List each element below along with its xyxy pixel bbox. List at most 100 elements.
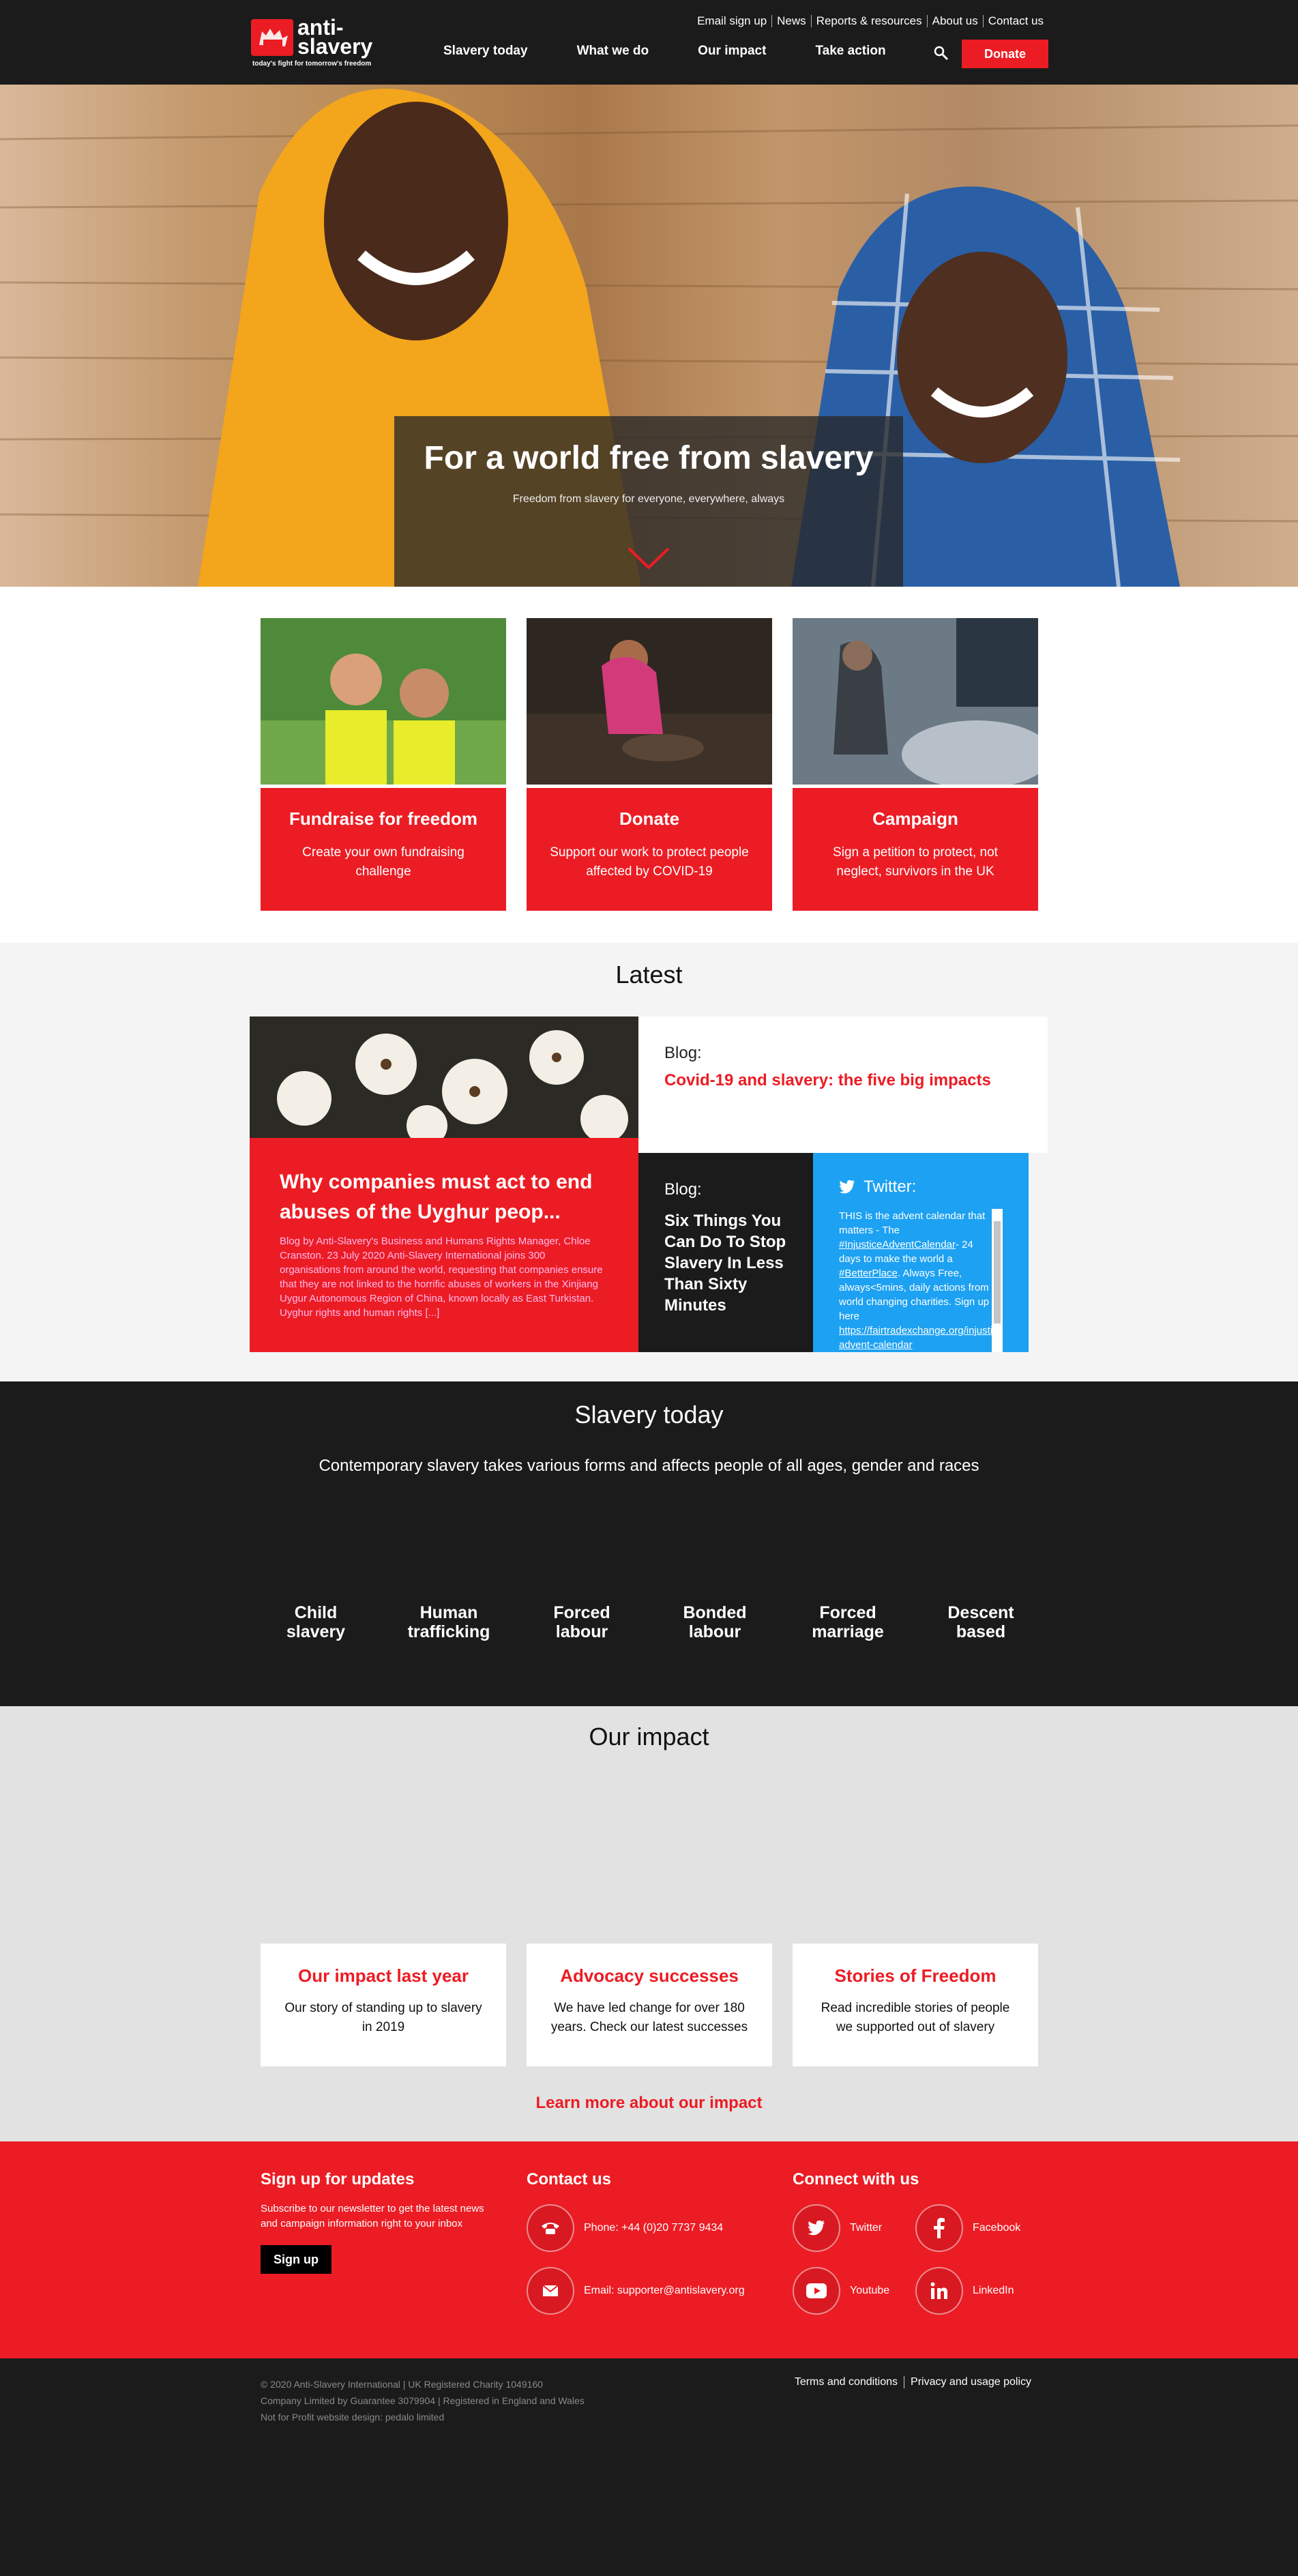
twitter-label: Twitter: xyxy=(864,1177,917,1196)
cotton-image xyxy=(250,1016,638,1146)
twitter-header: Twitter: xyxy=(839,1177,1003,1197)
tweet-link[interactable]: https://fairtradexchange.org/injustice-a… xyxy=(839,1325,993,1351)
phone-text: Phone: +44 (0)20 7737 9434 xyxy=(584,2222,724,2234)
social-label: Twitter xyxy=(850,2222,883,2234)
slavery-type-child[interactable]: Child slavery xyxy=(263,1603,369,1641)
social-twitter[interactable]: Twitter xyxy=(793,2204,882,2252)
action-text: Sign a petition to protect, not neglect,… xyxy=(833,845,998,879)
slavery-type-trafficking[interactable]: Human trafficking xyxy=(396,1603,502,1641)
utility-link-about[interactable]: About us xyxy=(926,15,983,27)
utility-link-email-signup[interactable]: Email sign up xyxy=(692,15,771,27)
search-icon[interactable] xyxy=(933,45,949,61)
action-card-donate[interactable]: Donate Support our work to protect peopl… xyxy=(527,618,772,911)
learn-more-impact-link[interactable]: Learn more about our impact xyxy=(0,2094,1298,2113)
signup-text: Subscribe to our newsletter to get the l… xyxy=(261,2203,484,2229)
impact-text: Read incredible stories of people we sup… xyxy=(821,2001,1010,2034)
blog-label: Blog: xyxy=(664,1044,702,1062)
youtube-icon xyxy=(793,2267,840,2315)
site-header: anti- slavery today's fight for tomorrow… xyxy=(0,0,1298,85)
social-youtube[interactable]: Youtube xyxy=(793,2267,889,2315)
feature-title: Why companies must act to end abuses of … xyxy=(280,1171,593,1223)
signup-title: Sign up for updates xyxy=(261,2170,415,2189)
main-nav: Slavery today What we do Our impact Take… xyxy=(443,44,935,59)
donate-button[interactable]: Donate xyxy=(962,40,1048,68)
slavery-type-descent-based[interactable]: Descent based xyxy=(928,1603,1034,1641)
footer-legal: © 2020 Anti-Slavery International | UK R… xyxy=(0,2358,1298,2576)
impact-title: Advocacy successes xyxy=(560,1965,739,1986)
hero-title: For a world free from slavery xyxy=(424,440,874,476)
impact-card-last-year[interactable]: Our impact last year Our story of standi… xyxy=(261,1944,506,2066)
twitter-icon xyxy=(793,2204,840,2252)
impact-card-advocacy[interactable]: Advocacy successes We have led change fo… xyxy=(527,1944,772,2066)
section-heading: Slavery today xyxy=(574,1401,724,1429)
donate-image xyxy=(527,618,772,785)
social-label: Youtube xyxy=(850,2285,890,2296)
slavery-today-section: Slavery today Contemporary slavery takes… xyxy=(0,1381,1298,1706)
nav-what-we-do[interactable]: What we do xyxy=(577,44,649,59)
tweet-text: THIS is the advent calendar that matters… xyxy=(839,1209,993,1352)
hashtag-link[interactable]: #BetterPlace xyxy=(839,1268,898,1279)
company-text: Company Limited by Guarantee 3079904 | R… xyxy=(261,2395,585,2406)
design-credit[interactable]: Not for Profit website design: pedalo li… xyxy=(261,2409,585,2425)
utility-link-news[interactable]: News xyxy=(771,15,811,27)
twitter-icon xyxy=(839,1180,855,1194)
email-text: Email: supporter@antislavery.org xyxy=(584,2285,745,2296)
action-card-campaign[interactable]: Campaign Sign a petition to protect, not… xyxy=(793,618,1052,911)
slavery-type-forced-labour[interactable]: Forced labour xyxy=(529,1603,635,1641)
blog-label: Blog: xyxy=(664,1180,702,1199)
campaign-image xyxy=(793,618,1052,789)
slavery-type-forced-marriage[interactable]: Forced marriage xyxy=(795,1603,901,1641)
impact-text: We have led change for over 180 years. C… xyxy=(550,2001,748,2034)
connect-title: Connect with us xyxy=(793,2170,919,2189)
action-cards: Fundraise for freedom Create your own fu… xyxy=(0,587,1298,943)
impact-text: Our story of standing up to slavery in 2… xyxy=(284,2001,482,2034)
utility-link-reports[interactable]: Reports & resources xyxy=(810,15,927,27)
nav-slavery-today[interactable]: Slavery today xyxy=(443,44,528,59)
action-title: Campaign xyxy=(872,808,958,829)
action-text: Create your own fundraising challenge xyxy=(302,845,464,879)
fundraise-image xyxy=(261,618,506,785)
slavery-type-bonded-labour[interactable]: Bonded labour xyxy=(662,1603,768,1641)
action-title: Donate xyxy=(619,808,680,829)
chevron-down-icon[interactable] xyxy=(626,544,671,572)
social-linkedin[interactable]: LinkedIn xyxy=(915,2267,1014,2315)
contact-column: Contact us xyxy=(527,2170,611,2189)
social-label: LinkedIn xyxy=(973,2285,1014,2296)
signup-button[interactable]: Sign up xyxy=(261,2245,331,2274)
legal-text: © 2020 Anti-Slavery International | UK R… xyxy=(261,2376,585,2425)
social-label: Facebook xyxy=(973,2222,1021,2234)
connect-column: Connect with us xyxy=(793,2170,919,2189)
utility-link-contact[interactable]: Contact us xyxy=(982,15,1048,27)
twitter-card: Twitter: THIS is the advent calendar tha… xyxy=(813,1153,1029,1352)
blog-card-six-things[interactable]: Blog: Six Things You Can Do To Stop Slav… xyxy=(638,1153,813,1352)
action-text: Support our work to protect people affec… xyxy=(550,845,749,879)
hashtag-link[interactable]: #InjusticeAdventCalendar xyxy=(839,1239,956,1250)
blog-card-covid[interactable]: Blog: Covid-19 and slavery: the five big… xyxy=(638,1016,1048,1153)
facebook-icon xyxy=(915,2204,963,2252)
impact-card-stories[interactable]: Stories of Freedom Read incredible stori… xyxy=(793,1944,1038,2066)
nav-our-impact[interactable]: Our impact xyxy=(698,44,766,59)
terms-link[interactable]: Terms and conditions xyxy=(788,2376,904,2388)
privacy-link[interactable]: Privacy and usage policy xyxy=(904,2376,1037,2388)
section-heading: Our impact xyxy=(589,1723,709,1751)
latest-feature-card[interactable]: Why companies must act to end abuses of … xyxy=(250,1016,638,1352)
social-facebook[interactable]: Facebook xyxy=(915,2204,1020,2252)
twitter-scrollbar[interactable] xyxy=(992,1209,1003,1352)
hero-banner: For a world free from slavery Freedom fr… xyxy=(0,85,1298,587)
phone-icon xyxy=(527,2204,574,2252)
feature-excerpt: Blog by Anti-Slavery's Business and Huma… xyxy=(280,1235,603,1319)
logo-tagline: today's fight for tomorrow's freedom xyxy=(252,60,372,68)
latest-section: Latest Why companies must act to end abu… xyxy=(0,943,1298,1381)
scrollbar-thumb[interactable] xyxy=(994,1221,1001,1323)
email-contact[interactable]: Email: supporter@antislavery.org xyxy=(527,2267,745,2315)
copyright-text: © 2020 Anti-Slavery International | UK R… xyxy=(261,2379,543,2390)
our-impact-section: Our impact Our impact last year Our stor… xyxy=(0,1706,1298,2141)
hero-subtitle: Freedom from slavery for everyone, every… xyxy=(512,493,785,505)
linkedin-icon xyxy=(915,2267,963,2315)
contact-title: Contact us xyxy=(527,2170,612,2189)
blog-title: Covid-19 and slavery: the five big impac… xyxy=(664,1071,991,1089)
nav-take-action[interactable]: Take action xyxy=(815,44,885,59)
phone-contact[interactable]: Phone: +44 (0)20 7737 9434 xyxy=(527,2204,723,2252)
action-card-fundraise[interactable]: Fundraise for freedom Create your own fu… xyxy=(261,618,506,911)
signup-column: Sign up for updates Subscribe to our new… xyxy=(261,2170,492,2274)
